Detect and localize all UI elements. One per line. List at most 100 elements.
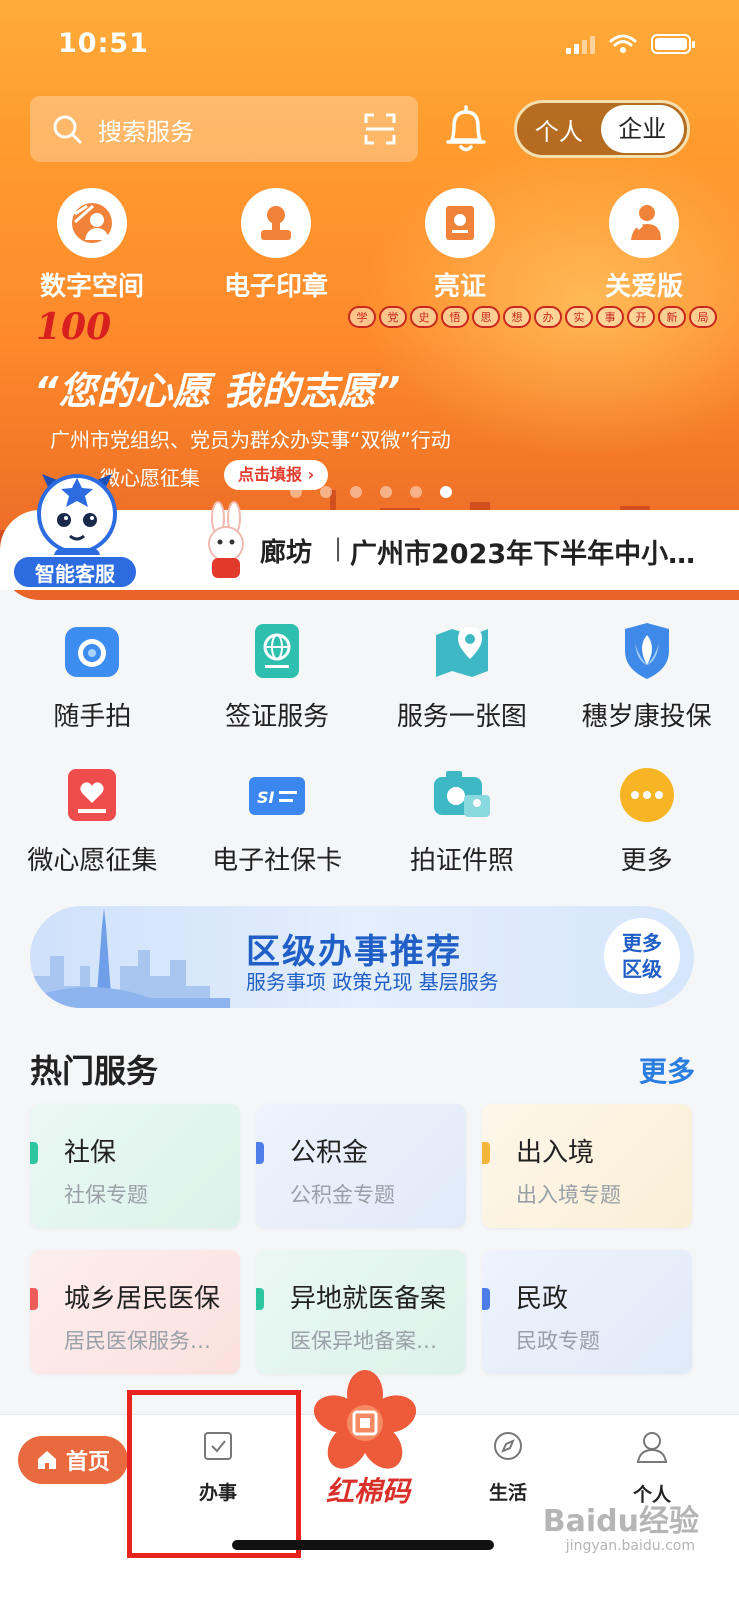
card-civil-affairs[interactable]: 民政 民政专题 [482, 1250, 692, 1374]
carousel-dot[interactable] [350, 486, 362, 498]
card-housing-fund[interactable]: 公积金 公积金专题 [256, 1104, 466, 1228]
carousel-dot[interactable] [380, 486, 392, 498]
card-accent [482, 1142, 490, 1164]
seal-char: 学 [348, 306, 376, 328]
district-services-banner[interactable]: 区级办事推荐 服务事项 政策兑现 基层服务 更多 区级 [30, 906, 694, 1008]
tab-home[interactable]: 首页 [18, 1436, 128, 1484]
quick-label: 关爱版 [604, 272, 683, 302]
card-row: 城乡居民医保 居民医保服务… 异地就医备案 医保异地备案… 民政 民政专题 [30, 1250, 694, 1374]
carousel-dot[interactable] [320, 486, 332, 498]
carousel-dots[interactable] [290, 486, 452, 498]
card-title: 城乡居民医保 [64, 1284, 221, 1314]
card-remote-medical[interactable]: 异地就医备案 医保异地备案… [256, 1250, 466, 1374]
wifi-icon [609, 34, 637, 53]
quick-label: 数字空间 [39, 272, 144, 302]
service-row: 微心愿征集 SI 电子社保卡 拍证件照 更多 [0, 756, 739, 900]
more-dots-icon [616, 764, 678, 826]
service-label: 服务一张图 [396, 702, 527, 732]
tab-center-label[interactable]: 红棉码 [320, 1470, 416, 1510]
svg-text:SI: SI [257, 788, 275, 807]
quick-digital-space[interactable]: 数字空间 [0, 188, 184, 303]
bell-icon[interactable] [444, 104, 488, 154]
account-type-toggle[interactable]: 个人 企业 [514, 100, 690, 158]
service-micro-wish[interactable]: 微心愿征集 [0, 756, 185, 900]
assistant-label[interactable]: 智能客服 [12, 555, 138, 589]
card-title: 出入境 [516, 1138, 595, 1168]
service-visa[interactable]: 签证服务 [185, 612, 370, 756]
centenary-badge: 100 [36, 306, 112, 348]
battery-icon [651, 34, 695, 54]
search-placeholder: 搜索服务 [98, 117, 194, 146]
service-label: 拍证件照 [409, 846, 514, 876]
service-label: 微心愿征集 [27, 846, 158, 876]
service-label: 随手拍 [53, 702, 132, 732]
district-more-button[interactable]: 更多 区级 [604, 918, 680, 994]
scan-icon[interactable] [364, 113, 396, 145]
toggle-personal[interactable]: 个人 [517, 112, 601, 147]
card-social-security[interactable]: 社保 社保专题 [30, 1104, 240, 1228]
card-accent [482, 1288, 490, 1310]
seal-char: 局 [689, 306, 717, 328]
service-social-card[interactable]: SI 电子社保卡 [185, 756, 370, 900]
banner-slogan[interactable]: “您的心愿 我的志愿” [34, 360, 400, 415]
card-resident-medical[interactable]: 城乡居民医保 居民医保服务… [30, 1250, 240, 1374]
carousel-dot[interactable] [410, 486, 422, 498]
quick-label: 亮证 [433, 272, 486, 302]
card-title: 异地就医备案 [290, 1284, 447, 1314]
home-indicator[interactable] [232, 1540, 494, 1550]
tab-label: 生活 [488, 1482, 527, 1504]
seal-char: 史 [410, 306, 438, 328]
service-suisuikang[interactable]: 穗岁康投保 [554, 612, 739, 756]
seal-char: 办 [534, 306, 562, 328]
digital-space-icon [57, 188, 127, 258]
notice-message[interactable]: 广州市2023年下半年中小学教师资格考试面试公告 [350, 532, 710, 571]
card-subtitle: 民政专题 [516, 1329, 600, 1353]
search-input[interactable]: 搜索服务 [30, 96, 418, 162]
status-icons [566, 34, 695, 54]
quick-label: 电子印章 [223, 272, 328, 302]
card-title: 民政 [516, 1284, 569, 1314]
passport-icon [246, 620, 308, 682]
district-more-line: 区级 [622, 957, 662, 981]
notice-separator: | [334, 534, 343, 562]
seal-char: 想 [503, 306, 531, 328]
rabbit-mascot-icon [208, 501, 244, 578]
service-map[interactable]: 服务一张图 [370, 612, 555, 756]
hot-services-more-link[interactable]: 更多 [639, 1050, 695, 1090]
status-time: 10:51 [58, 28, 149, 59]
card-subtitle: 社保专题 [64, 1183, 148, 1207]
seal-char: 悟 [441, 306, 469, 328]
card-accent [256, 1288, 264, 1310]
hot-services-cards: 社保 社保专题 公积金 公积金专题 出入境 出入境专题 城乡居民医保 居民医保服… [30, 1104, 694, 1396]
service-snapshot[interactable]: 随手拍 [0, 612, 185, 756]
banner-subtitle: 广州市党组织、党员为群众办实事“双微”行动 [50, 428, 451, 452]
watermark-url: jingyan.baidu.com [565, 1538, 695, 1554]
card-subtitle: 出入境专题 [516, 1183, 621, 1207]
district-more-line: 更多 [622, 931, 662, 955]
toggle-enterprise[interactable]: 企业 [600, 105, 684, 153]
search-icon [53, 115, 82, 144]
card-exit-entry[interactable]: 出入境 出入境专题 [482, 1104, 692, 1228]
carousel-dot[interactable] [290, 486, 302, 498]
seal-char: 事 [596, 306, 624, 328]
card-title: 公积金 [290, 1138, 369, 1168]
hot-services-title: 热门服务 [30, 1052, 159, 1090]
seal-char: 新 [658, 306, 686, 328]
quick-e-seal[interactable]: 电子印章 [184, 188, 368, 303]
certificate-icon [425, 188, 495, 258]
notice-city[interactable]: 廊坊 [260, 532, 312, 569]
service-more[interactable]: 更多 [554, 756, 739, 900]
carousel-dot-active[interactable] [440, 486, 452, 498]
card-title: 社保 [64, 1138, 117, 1168]
service-id-photo[interactable]: 拍证件照 [370, 756, 555, 900]
seal-char: 思 [472, 306, 500, 328]
quick-care-mode[interactable]: 关爱版 [552, 188, 736, 303]
status-bar: 10:51 [0, 0, 739, 90]
quick-show-certificate[interactable]: 亮证 [368, 188, 552, 303]
tab-life[interactable]: 生活 [468, 1430, 548, 1505]
canton-tower-illustration [30, 908, 230, 1008]
seal-stamp-icon [241, 188, 311, 258]
kapok-flower-logo-icon[interactable] [310, 1368, 420, 1478]
red-highlight-box [127, 1390, 301, 1558]
card-accent [30, 1142, 38, 1164]
